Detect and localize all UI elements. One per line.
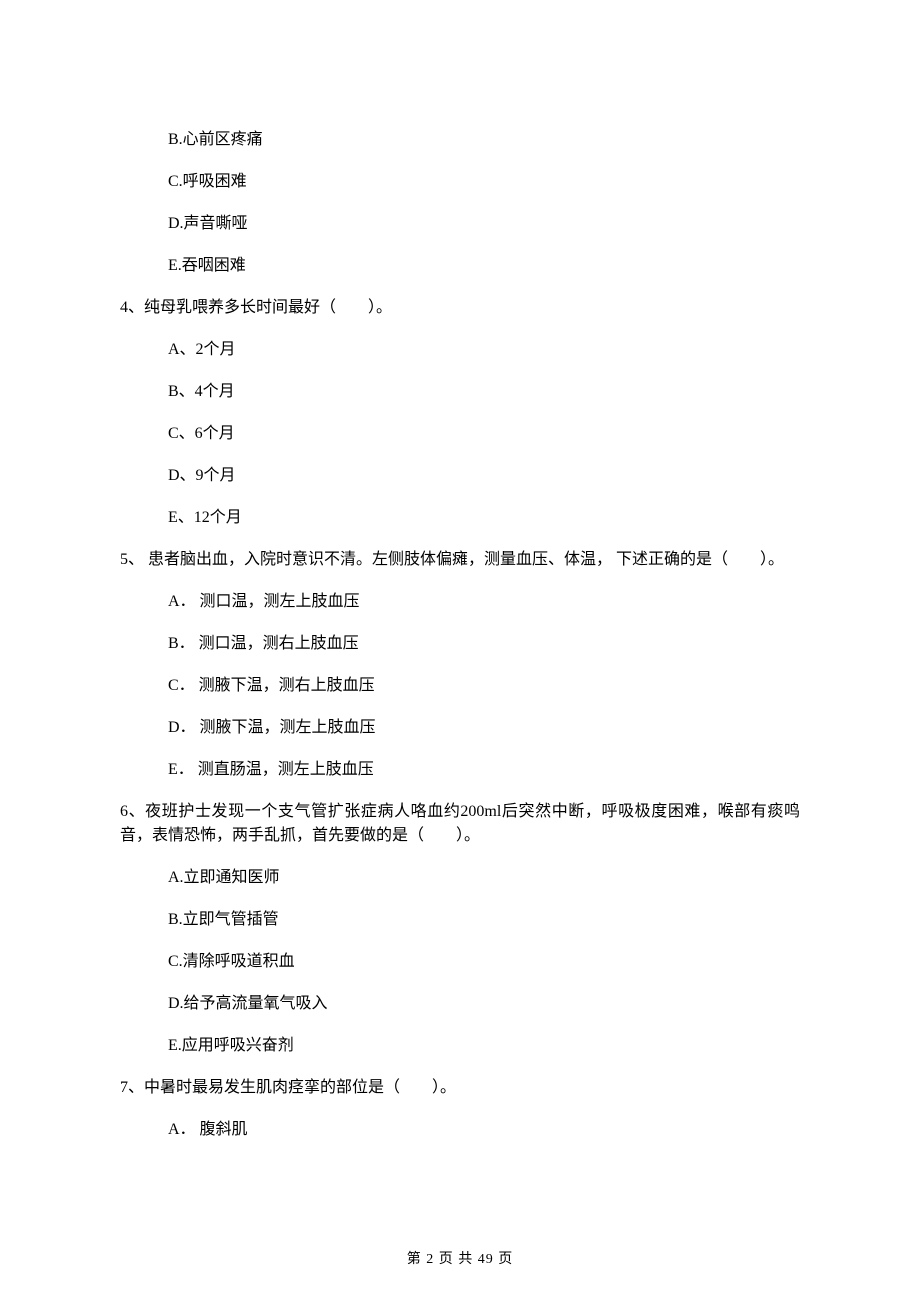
option-item: A． 测口温，测左上肢血压 [168,590,800,614]
option-item: A.立即通知医师 [168,866,800,890]
option-item: B． 测口温，测右上肢血压 [168,632,800,656]
option-item: B.立即气管插管 [168,908,800,932]
option-item: D、9个月 [168,464,800,488]
question-7: 7、中暑时最易发生肌肉痉挛的部位是（ ）。 [120,1076,800,1100]
option-item: C、6个月 [168,422,800,446]
page-footer: 第 2 页 共 49 页 [0,1249,920,1270]
option-item: C． 测腋下温，测右上肢血压 [168,674,800,698]
question-6: 6、夜班护士发现一个支气管扩张症病人咯血约200ml后突然中断，呼吸极度困难，喉… [120,800,800,848]
option-item: A、2个月 [168,338,800,362]
option-item: C.清除呼吸道积血 [168,950,800,974]
question-4: 4、纯母乳喂养多长时间最好（ ）。 [120,296,800,320]
document-page: B.心前区疼痛 C.呼吸困难 D.声音嘶哑 E.吞咽困难 4、纯母乳喂养多长时间… [0,0,920,1302]
option-item: D.给予高流量氧气吸入 [168,992,800,1016]
option-item: B.心前区疼痛 [168,128,800,152]
option-item: E.应用呼吸兴奋剂 [168,1034,800,1058]
option-item: B、4个月 [168,380,800,404]
option-item: D.声音嘶哑 [168,212,800,236]
option-item: E、12个月 [168,506,800,530]
option-item: C.呼吸困难 [168,170,800,194]
question-5: 5、 患者脑出血，入院时意识不清。左侧肢体偏瘫，测量血压、体温， 下述正确的是（… [120,548,800,572]
option-item: E． 测直肠温，测左上肢血压 [168,758,800,782]
option-item: A． 腹斜肌 [168,1118,800,1142]
option-item: D． 测腋下温，测左上肢血压 [168,716,800,740]
option-item: E.吞咽困难 [168,254,800,278]
